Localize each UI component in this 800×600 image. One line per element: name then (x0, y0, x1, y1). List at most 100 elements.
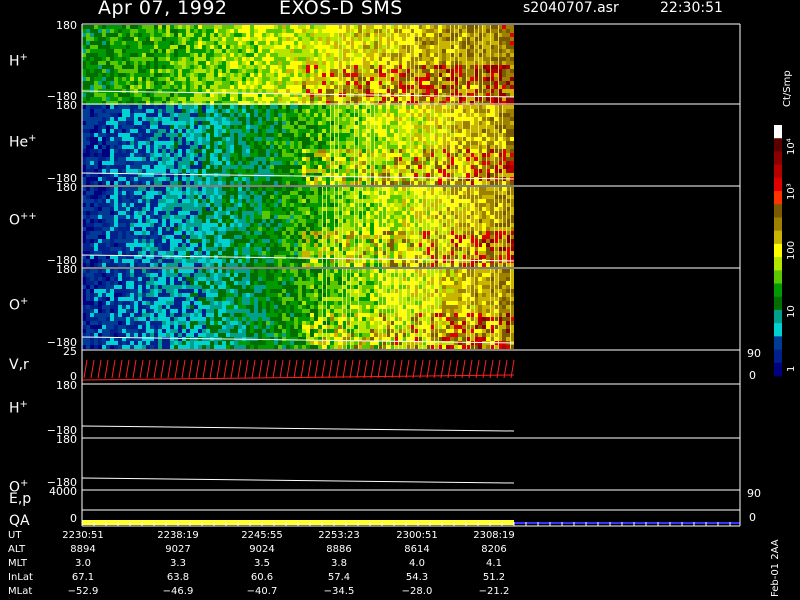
spectrogram-cell (138, 187, 142, 191)
spectrogram-cell (298, 53, 302, 57)
spectrogram-cell (406, 173, 410, 177)
spectrogram-cell (474, 149, 478, 153)
spectrogram-cell (362, 153, 366, 157)
spectrogram-cell (306, 129, 310, 133)
spectrogram-cell (110, 141, 114, 145)
spectrogram-cell (274, 81, 278, 85)
spectrogram-cell (130, 129, 134, 133)
spectrogram-cell (258, 73, 262, 77)
spectrogram-cell (286, 77, 290, 81)
spectrogram-cell (122, 137, 126, 141)
spectrogram-cell (142, 251, 146, 255)
spectrogram-cell (370, 29, 374, 33)
spectrogram-cell (114, 93, 118, 97)
spectrogram-cell (470, 25, 474, 29)
spectrogram-cell (426, 149, 430, 153)
spectrogram-cell (142, 157, 146, 161)
spectrogram-cell (214, 57, 218, 61)
spectrogram-cell (274, 161, 278, 165)
spectrogram-cell (290, 109, 294, 113)
spectrogram-cell (222, 57, 226, 61)
spectrogram-cell (438, 169, 442, 173)
spectrogram-cell (218, 125, 222, 129)
spectrogram-cell (174, 109, 178, 113)
spectrogram-cell (462, 69, 466, 73)
spectrogram-cell (94, 141, 98, 145)
spectrogram-cell (122, 41, 126, 45)
spectrogram-cell (294, 85, 298, 89)
spectrogram-cell (106, 199, 110, 203)
spectrogram-cell (154, 145, 158, 149)
spectrogram-cell (218, 113, 222, 117)
spectrogram-cell (426, 129, 430, 133)
spectrogram-cell (418, 173, 422, 177)
spectrogram-cell (294, 25, 298, 29)
spectrogram-cell (130, 45, 134, 49)
spectrogram-cell (142, 169, 146, 173)
spectrogram-cell (270, 181, 274, 185)
spectrogram-cell (158, 223, 162, 227)
spectrogram-cell (222, 137, 226, 141)
spectrogram-cell (342, 177, 346, 181)
spectrogram-cell (418, 109, 422, 113)
spectrogram-cell (426, 121, 430, 125)
spectrogram-cell (382, 81, 386, 85)
spectrogram-cell (458, 177, 462, 181)
spectrogram-cell (326, 85, 330, 89)
spectrogram-cell (166, 117, 170, 121)
spectrogram-cell (98, 235, 102, 239)
spectrogram-cell (326, 61, 330, 65)
spectrogram-cell (246, 117, 250, 121)
spectrogram-cell (254, 157, 258, 161)
spectrogram-cell (130, 211, 134, 215)
spectrogram-cell (194, 93, 198, 97)
spectrogram-cell (430, 61, 434, 65)
spectrogram-cell (354, 29, 358, 33)
spectrogram-cell (446, 33, 450, 37)
spectrogram-cell (294, 77, 298, 81)
spectrogram-cell (146, 105, 150, 109)
spectrogram-cell (82, 157, 86, 161)
spectrogram-cell (374, 29, 378, 33)
spectrogram-cell (174, 239, 178, 243)
spectrogram-cell (114, 69, 118, 73)
spectrogram-cell (186, 45, 190, 49)
spectrogram-cell (278, 45, 282, 49)
spectrogram-cell (250, 61, 254, 65)
spectrogram-cell (422, 73, 426, 77)
spectrogram-cell (182, 203, 186, 207)
spectrogram-cell (234, 165, 238, 169)
spectrogram-cell (222, 85, 226, 89)
spectrogram-cell (98, 211, 102, 215)
spectrogram-cell (314, 97, 318, 101)
spectrogram-cell (114, 207, 118, 211)
spectrogram-cell (302, 89, 306, 93)
spectrogram-cell (90, 49, 94, 53)
spectrogram-cell (334, 97, 338, 101)
spectrogram-cell (294, 117, 298, 121)
spectrogram-cell (334, 53, 338, 57)
spectrogram-cell (166, 177, 170, 181)
spectrogram-cell (150, 45, 154, 49)
spectrogram-cell (298, 69, 302, 73)
spectrogram-cell (118, 223, 122, 227)
spectrogram-cell (150, 93, 154, 97)
spectrogram-cell (302, 141, 306, 145)
spectrogram-cell (162, 207, 166, 211)
spectrogram-cell (98, 187, 102, 191)
spectrogram-cell (114, 247, 118, 251)
spectrogram-cell (170, 69, 174, 73)
spectrogram-cell (210, 37, 214, 41)
spectrogram-cell (314, 73, 318, 77)
spectrogram-cell (162, 219, 166, 223)
spectrogram-cell (98, 49, 102, 53)
spectrogram-cell (170, 173, 174, 177)
spectrogram-cell (230, 129, 234, 133)
spectrogram-cell (186, 125, 190, 129)
spectrogram-cell (114, 161, 118, 165)
spectrogram-cell (114, 57, 118, 61)
spectrogram-cell (230, 37, 234, 41)
spectrogram-cell (126, 219, 130, 223)
spectrogram-cell (278, 41, 282, 45)
spectrogram-cell (158, 145, 162, 149)
